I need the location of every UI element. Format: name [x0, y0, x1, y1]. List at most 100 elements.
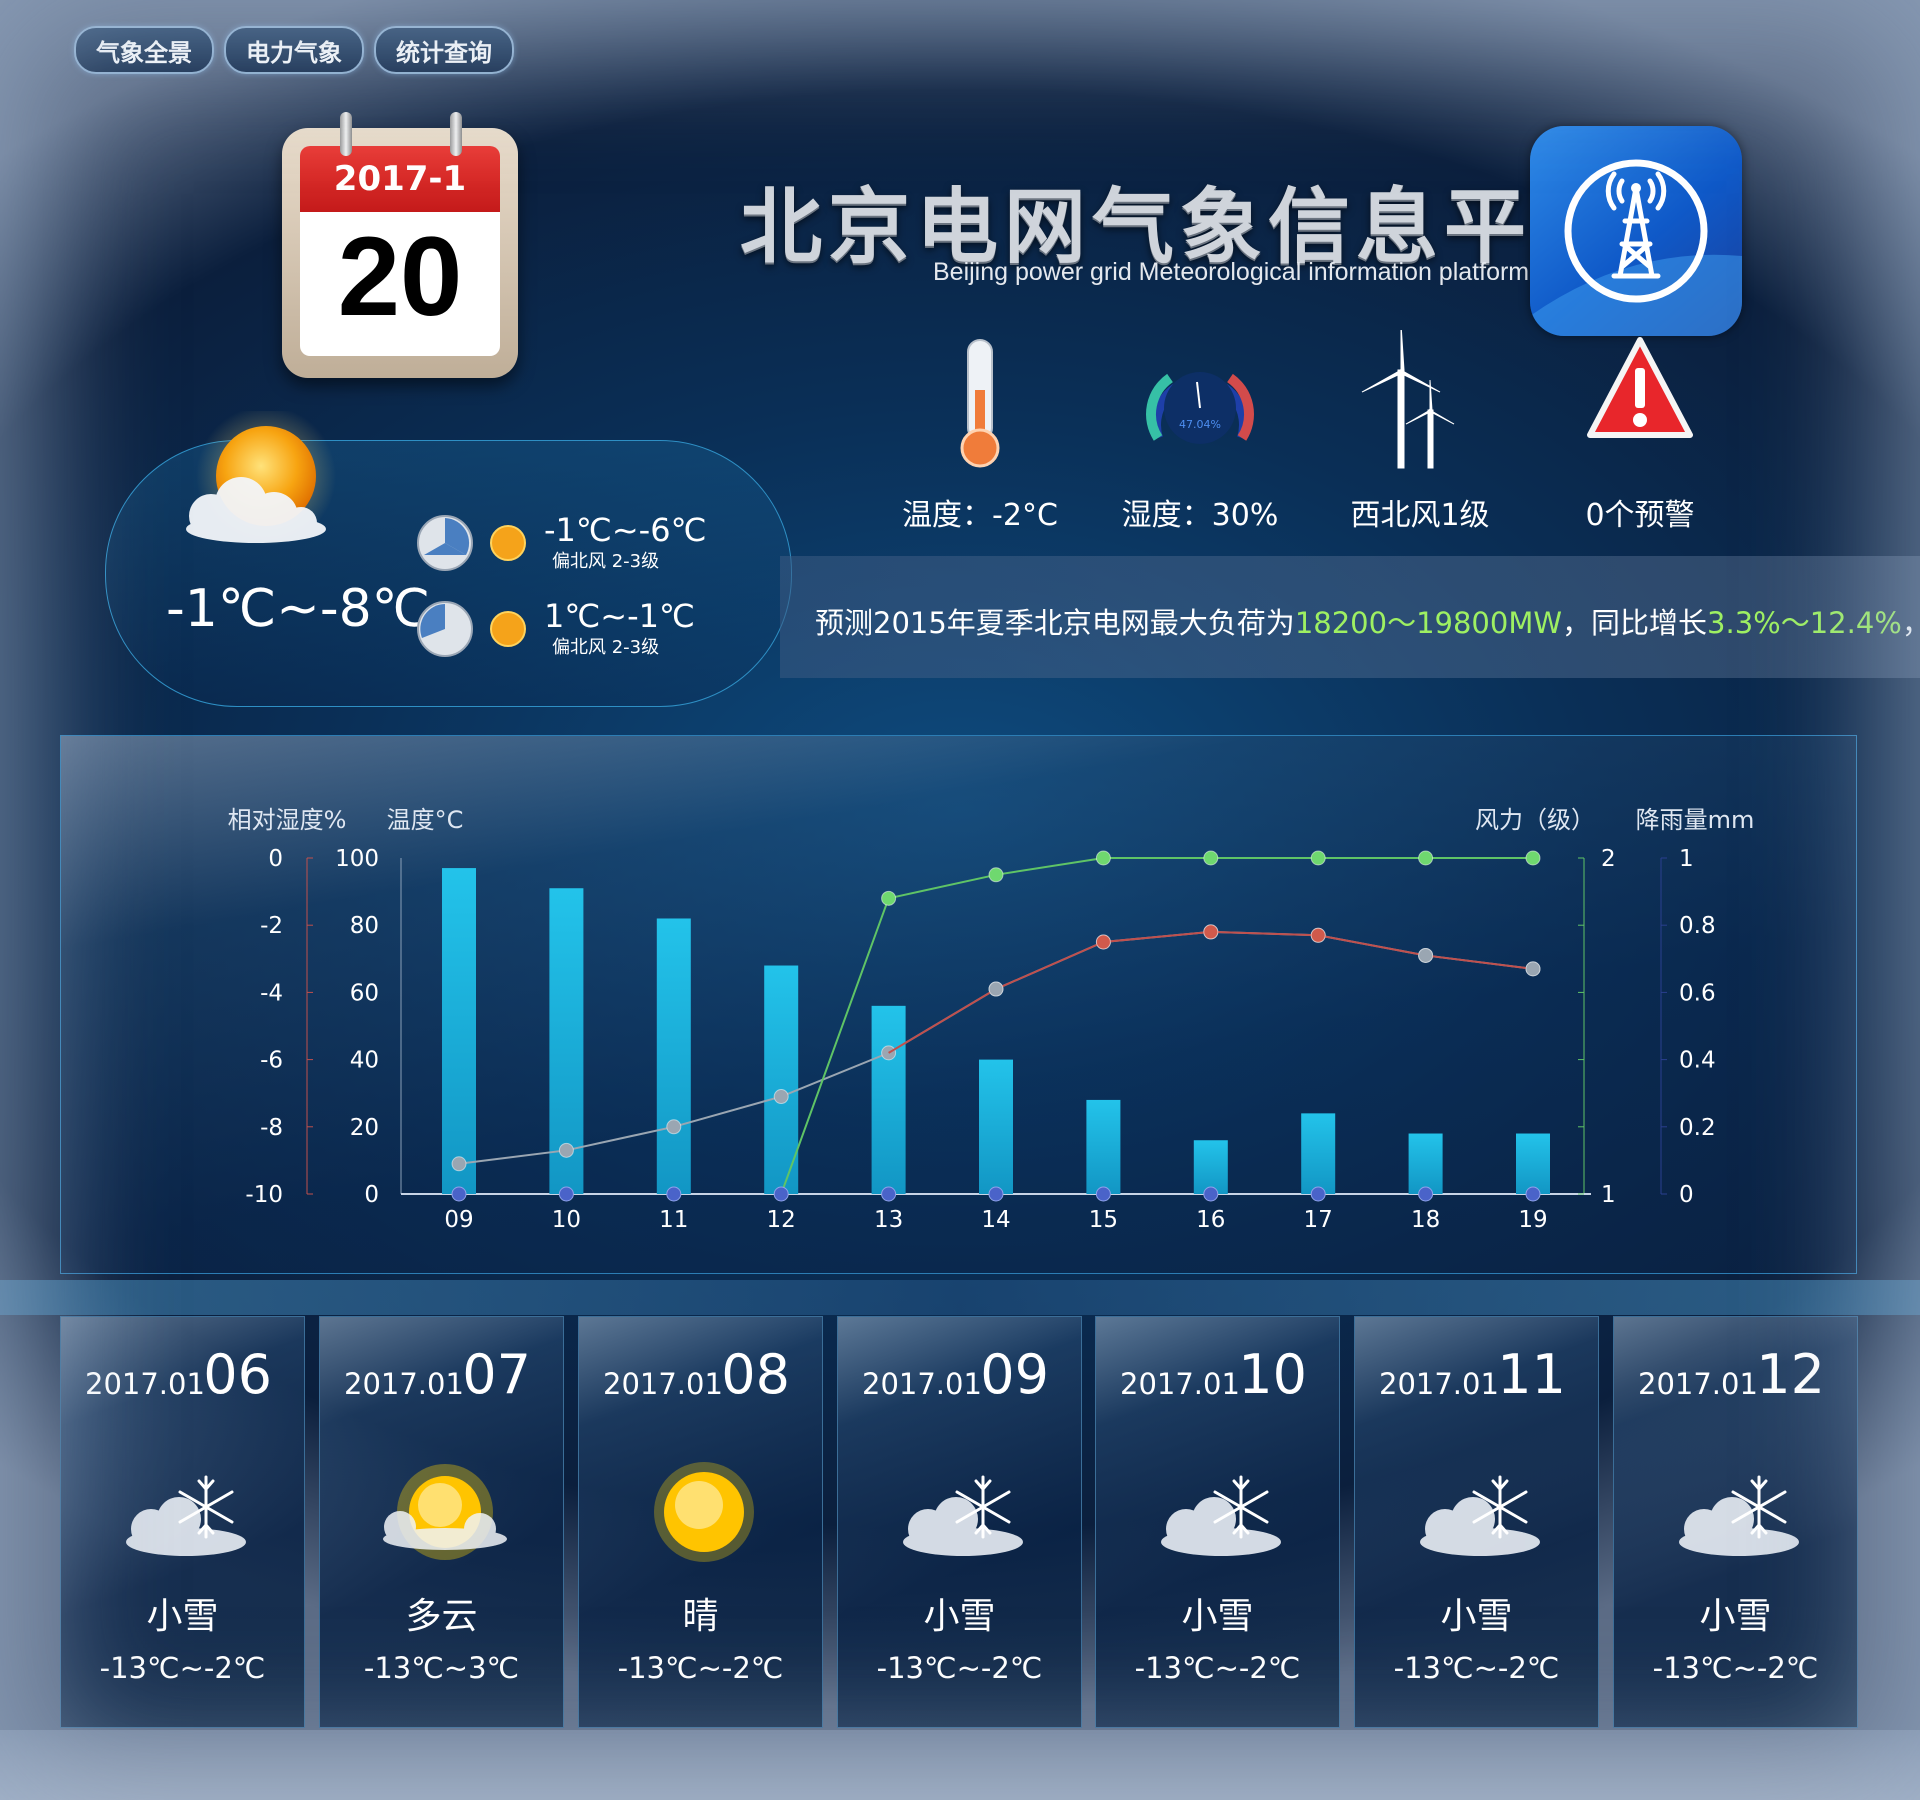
humidity-tick-label: -4: [260, 980, 283, 1006]
ticker-text: 预测2015年夏季北京电网最大负荷为18200～19800MW，同比增长3.3%…: [815, 600, 1920, 642]
forecast-card[interactable]: 2017.01 10 小雪 -13℃~-2℃: [1095, 1316, 1340, 1728]
humidity-gauge-icon: 47.04%: [1146, 372, 1254, 444]
forecast-card[interactable]: 2017.01 12 小雪 -13℃~-2℃: [1613, 1316, 1858, 1728]
red-series-point: [1095, 934, 1111, 950]
period-wind: 偏北风 2-3级: [552, 551, 660, 572]
axis-title-temp: 温度°C: [387, 806, 464, 834]
forecast-day: 06: [203, 1343, 272, 1406]
axis-title-wind: 风力（级）: [1475, 806, 1595, 834]
period-temp: 1℃~-1℃: [544, 597, 695, 635]
green-series-point: [1310, 850, 1326, 866]
forecast-card[interactable]: 2017.01 09 小雪 -13℃~-2℃: [837, 1316, 1082, 1728]
sun-icon: [654, 1462, 754, 1562]
forecast-year-month: 2017.01: [85, 1367, 205, 1401]
temperature-tick-label: 20: [350, 1115, 379, 1141]
forecast-temp-range: -13℃~3℃: [363, 1651, 520, 1685]
pie-clock-icon: [417, 601, 473, 657]
gray-series-point: [558, 1142, 574, 1158]
red-series-point: [988, 981, 1004, 997]
bar: [1193, 1140, 1228, 1194]
forecast-year-month: 2017.01: [1120, 1367, 1240, 1401]
bar: [871, 1005, 906, 1194]
snow-cloud-icon: [126, 1475, 246, 1556]
temperature-tick-label: 0: [364, 1182, 379, 1208]
calendar-page: 2017-1 20: [300, 146, 500, 356]
temperature-tick-label: 60: [350, 980, 379, 1006]
stat-alerts-label: 0个预警: [1585, 498, 1695, 533]
x-tick-label: 18: [1411, 1207, 1440, 1233]
forecast-year-month: 2017.01: [603, 1367, 723, 1401]
bar: [979, 1059, 1013, 1194]
forecast-day: 11: [1497, 1343, 1566, 1406]
ticker-load: 18200～19800MW: [1294, 606, 1563, 640]
forecast-card[interactable]: 2017.01 11 小雪 -13℃~-2℃: [1354, 1316, 1599, 1728]
forecast-day: 09: [980, 1343, 1049, 1406]
blue-series-point: [666, 1186, 682, 1202]
rain-tick-label: 0.6: [1679, 980, 1716, 1006]
gray-series-point: [773, 1089, 789, 1105]
red-series-point: [1525, 961, 1541, 977]
forecast-year-month: 2017.01: [344, 1367, 464, 1401]
humidity-tick-label: -2: [260, 913, 283, 939]
snow-cloud-icon: [1161, 1475, 1281, 1556]
period-morning: -1℃~-6℃ 偏北风 2-3级: [416, 513, 707, 573]
gray-series-point: [451, 1156, 467, 1172]
forecast-temp-range: -13℃~-2℃: [876, 1651, 1043, 1685]
forecast-desc: 小雪: [1181, 1596, 1254, 1637]
x-tick-label: 17: [1304, 1207, 1333, 1233]
stat-wind: 西北风1级: [1320, 323, 1520, 533]
calendar-year-month: 2017-1: [300, 146, 500, 212]
green-series-point: [988, 867, 1004, 883]
period-info: -1℃~-6℃ 偏北风 2-3级: [544, 513, 707, 573]
blue-series-point: [451, 1186, 467, 1202]
forecast-day: 12: [1756, 1343, 1825, 1406]
warning-icon: [1587, 337, 1693, 438]
snow-cloud-icon: [1679, 1475, 1799, 1556]
forecast-card[interactable]: 2017.01 08 晴 -13℃~-2℃: [578, 1316, 823, 1728]
axis-title-rain: 降雨量mm: [1636, 806, 1755, 834]
stat-humidity-label: 湿度：30%: [1121, 498, 1279, 533]
sun-cloud-icon: [383, 1464, 507, 1560]
red-series-point: [1418, 947, 1434, 963]
forecast-desc: 小雪: [923, 1596, 996, 1637]
nav-statistics-query[interactable]: 统计查询: [374, 26, 514, 74]
x-tick-label: 10: [552, 1207, 581, 1233]
wind-tick-label: 2: [1601, 846, 1616, 872]
nav-power-weather[interactable]: 电力气象: [224, 26, 364, 74]
ticker-mid: ，同比增长: [1562, 606, 1708, 640]
forecast-year-month: 2017.01: [862, 1367, 982, 1401]
blue-series-point: [773, 1186, 789, 1202]
snow-cloud-icon: [903, 1475, 1023, 1556]
today-temp-range: -1℃~-8℃: [166, 579, 431, 639]
humidity-tick-label: -8: [260, 1115, 283, 1141]
ticker-growth: 3.3%～12.4%: [1707, 606, 1902, 640]
calendar-day: 20: [337, 214, 463, 339]
page-subtitle: Beijing power grid Meteorological inform…: [933, 258, 1530, 286]
calendar-ring-icon: [340, 112, 352, 156]
snow-cloud-icon: [1420, 1475, 1540, 1556]
x-tick-label: 11: [659, 1207, 688, 1233]
green-series-point: [1418, 850, 1434, 866]
forecast-card[interactable]: 2017.01 07 多云 -13℃~3℃: [319, 1316, 564, 1728]
ticker-suffix: ，: [1902, 606, 1920, 640]
humidity-tick-label: -6: [260, 1048, 283, 1074]
green-series-point: [881, 890, 897, 906]
red-series-line: [888, 930, 1534, 1054]
forecast-temp-range: -13℃~-2℃: [617, 1651, 784, 1685]
red-series-point: [1203, 924, 1219, 940]
hourly-weather-chart: 相对湿度% 温度°C 风力（级） 降雨量mm0-2-4-6-8-10100806040…: [228, 806, 1755, 1233]
forecast-card[interactable]: 2017.01 06 小雪 -13℃~-2℃: [60, 1316, 305, 1728]
period-info: 1℃~-1℃ 偏北风 2-3级: [544, 599, 695, 659]
bottom-strip: [0, 1730, 1920, 1800]
nav-weather-overview[interactable]: 气象全景: [74, 26, 214, 74]
blue-series-point: [1203, 1186, 1219, 1202]
stat-wind-label: 西北风1级: [1350, 498, 1490, 533]
forecast-temp-range: -13℃~-2℃: [1652, 1651, 1819, 1685]
stat-temperature: 温度：-2°C: [880, 330, 1080, 533]
stat-alerts: 0个预警: [1540, 330, 1740, 533]
blue-series-point: [1525, 1186, 1541, 1202]
x-tick-label: 09: [444, 1207, 473, 1233]
calendar-widget: 2017-1 20: [282, 112, 518, 378]
rain-tick-label: 0.4: [1679, 1048, 1716, 1074]
blue-series-point: [1095, 1186, 1111, 1202]
